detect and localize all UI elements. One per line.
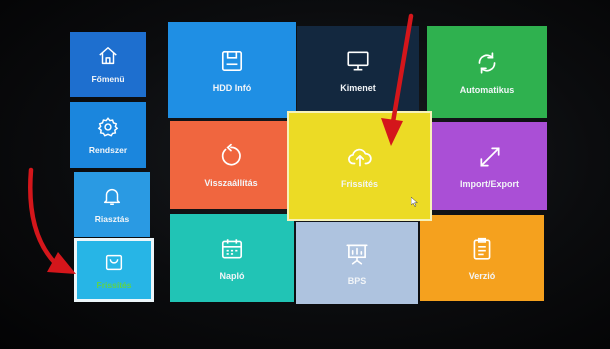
calendar-icon (219, 236, 245, 262)
cloud-upload-icon (347, 144, 373, 170)
bell-icon (101, 185, 123, 207)
tile-label: Automatikus (459, 84, 515, 95)
tile-label: Verzió (468, 270, 496, 281)
document-icon (469, 236, 495, 262)
sidebar-item-system[interactable]: Rendszer (70, 102, 146, 168)
sidebar-item-label: Rendszer (88, 144, 128, 155)
tile-label: HDD Infó (212, 82, 252, 93)
tile-label: Kimenet (340, 82, 376, 93)
home-icon (97, 45, 119, 67)
tile-label: BPS (347, 275, 367, 286)
sidebar-item-label: Frissítés (96, 279, 132, 290)
bag-icon (103, 251, 125, 273)
tile-version[interactable]: Verzió (420, 215, 544, 301)
tile-label: Frissítés (340, 178, 379, 189)
tile-label: Import/Export (459, 178, 519, 189)
sidebar-item-main-menu[interactable]: Főmenü (70, 32, 146, 97)
monitor-icon (345, 48, 371, 74)
gear-icon (97, 116, 119, 138)
tile-import-export[interactable]: Import/Export (432, 122, 547, 210)
refresh-icon (474, 50, 500, 76)
hdd-icon (219, 48, 245, 74)
expand-icon (477, 144, 503, 170)
mouse-cursor-icon (410, 194, 419, 207)
tile-automatic[interactable]: Automatikus (427, 26, 547, 118)
tile-label: Visszaállítás (204, 177, 258, 188)
tile-label: Napló (219, 270, 245, 281)
tile-hdd-info[interactable]: HDD Infó (168, 22, 296, 118)
tile-restore[interactable]: Visszaállítás (170, 121, 292, 209)
tile-output[interactable]: Kimenet (297, 26, 419, 114)
tile-bps[interactable]: BPS (296, 222, 418, 304)
restore-icon (218, 143, 244, 169)
sidebar-item-update[interactable]: Frissítés (74, 238, 154, 302)
chart-board-icon (344, 241, 370, 267)
sidebar-item-alarm[interactable]: Riasztás (74, 172, 150, 237)
sidebar-item-label: Főmenü (91, 74, 125, 84)
tile-log[interactable]: Napló (170, 214, 294, 302)
sidebar-item-label: Riasztás (94, 214, 130, 224)
